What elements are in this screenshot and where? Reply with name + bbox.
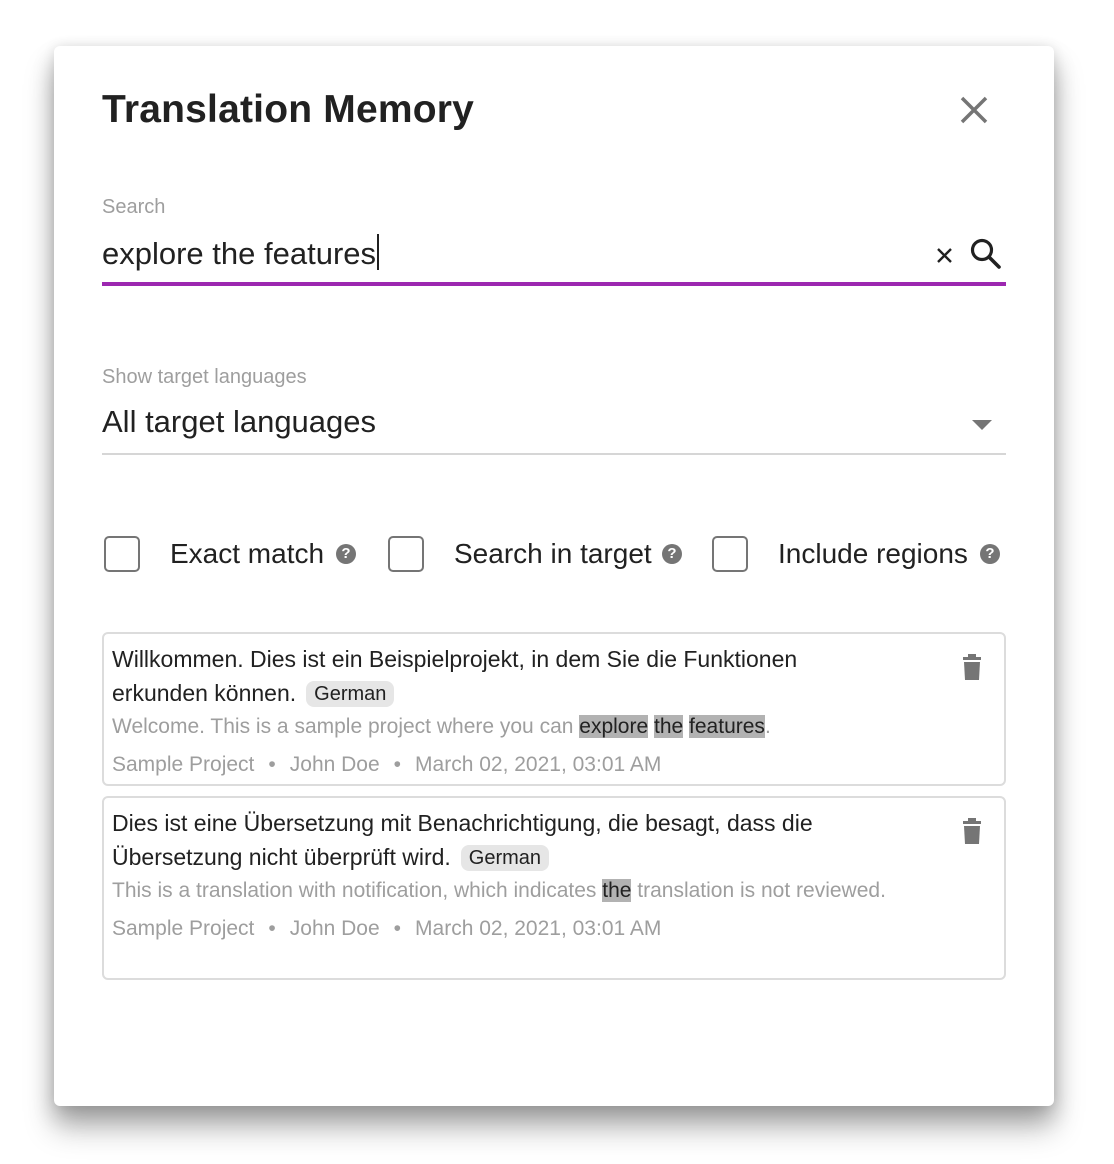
separator: • xyxy=(268,753,276,776)
separator: • xyxy=(268,917,276,940)
search-in-target-checkbox[interactable] xyxy=(388,536,424,572)
text-caret xyxy=(377,234,380,270)
separator: • xyxy=(393,753,402,776)
highlight-match: features xyxy=(689,715,765,738)
delete-button[interactable] xyxy=(960,818,984,846)
timestamp: March 02, 2021, 03:01 AM xyxy=(415,917,662,940)
user-name: John Doe xyxy=(289,753,380,776)
result-card[interactable]: Willkommen. Dies ist ein Beispielprojekt… xyxy=(102,632,1006,786)
language-select[interactable]: All target languages xyxy=(102,404,376,440)
help-icon[interactable]: ? xyxy=(980,544,1000,564)
select-underline xyxy=(102,453,1006,455)
result-target: This is a translation with notification,… xyxy=(112,876,894,906)
trash-icon xyxy=(963,818,981,844)
user-name: John Doe xyxy=(289,917,380,940)
timestamp: March 02, 2021, 03:01 AM xyxy=(415,753,662,776)
language-badge: German xyxy=(306,681,395,707)
source-text: Willkommen. Dies ist ein Beispielprojekt… xyxy=(112,646,798,706)
target-text: Welcome. This is a sample project where … xyxy=(112,715,580,738)
target-text: . xyxy=(764,715,771,738)
dialog-title: Translation Memory xyxy=(102,88,475,131)
close-button[interactable] xyxy=(954,90,994,130)
separator: • xyxy=(393,917,402,940)
search-icon xyxy=(970,238,1001,269)
language-select-toggle[interactable] xyxy=(970,418,994,432)
exact-match-checkbox[interactable] xyxy=(104,536,140,572)
language-badge: German xyxy=(460,845,550,871)
result-source: Willkommen. Dies ist ein Beispielprojekt… xyxy=(112,642,894,710)
help-icon[interactable]: ? xyxy=(336,544,356,564)
trash-icon xyxy=(963,654,981,680)
result-meta: Sample Project • John Doe • March 02, 2021, … xyxy=(112,914,894,944)
search-button[interactable] xyxy=(968,236,1004,272)
clear-icon xyxy=(937,248,952,263)
translation-memory-dialog: Translation Memory Search explore the fe… xyxy=(54,46,1054,1106)
highlight-match: the xyxy=(654,715,684,738)
help-icon[interactable]: ? xyxy=(662,544,682,564)
project-name: Sample Project xyxy=(112,753,255,776)
project-name: Sample Project xyxy=(112,917,255,940)
search-in-target-label[interactable]: Search in target xyxy=(454,538,652,570)
clear-search-button[interactable] xyxy=(932,242,958,268)
dropdown-arrow-icon xyxy=(972,420,992,430)
language-select-label: Show target languages xyxy=(102,366,307,388)
result-card[interactable]: Dies ist eine Übersetzung mit Benachrich… xyxy=(102,796,1006,980)
result-target: Welcome. This is a sample project where … xyxy=(112,712,894,742)
search-options: Exact match ? Search in target ? Include… xyxy=(102,534,1006,576)
search-input-value: explore the features xyxy=(102,236,377,271)
delete-button[interactable] xyxy=(960,654,984,682)
close-icon xyxy=(960,96,988,124)
target-text: This is a translation with notification,… xyxy=(112,879,603,902)
result-source: Dies ist eine Übersetzung mit Benachrich… xyxy=(112,806,894,874)
search-input[interactable]: explore the features xyxy=(102,234,380,272)
search-label: Search xyxy=(102,196,166,218)
include-regions-label[interactable]: Include regions xyxy=(778,538,968,570)
exact-match-label[interactable]: Exact match xyxy=(170,538,324,570)
highlight-match: the xyxy=(602,879,632,902)
result-meta: Sample Project • John Doe • March 02, 2021, … xyxy=(112,750,894,780)
include-regions-checkbox[interactable] xyxy=(712,536,748,572)
highlight-match: explore xyxy=(579,715,649,738)
search-underline xyxy=(102,282,1006,286)
target-text: translation is not reviewed. xyxy=(631,879,886,902)
